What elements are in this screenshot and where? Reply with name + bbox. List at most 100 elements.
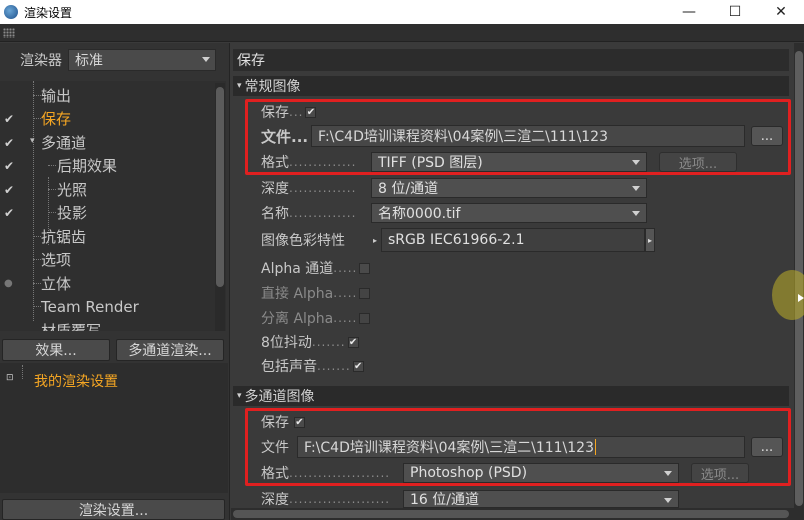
alpha-channel-dots: ..... <box>333 261 358 275</box>
tree-item-multipass[interactable]: ✔ ▾ 多通道 <box>0 131 210 154</box>
close-button[interactable]: ✕ <box>758 0 804 24</box>
separate-alpha-label: 分离 Alpha <box>261 311 334 327</box>
alpha-channel-checkbox[interactable] <box>359 262 371 274</box>
tree-connector <box>33 118 41 119</box>
tree-connector <box>48 212 56 213</box>
chevron-down-icon <box>664 498 672 503</box>
render-settings-list: ⊡ 我的渲染设置 <box>0 363 228 493</box>
mouse-cursor-icon <box>798 294 804 302</box>
renderer-select[interactable]: 标准 <box>68 49 216 71</box>
tree-item-label: 保存 <box>41 110 72 128</box>
multipass-depth-row: 深度 ..................... 16 位/通道 <box>261 488 679 510</box>
straight-alpha-dots: ..... <box>333 286 358 300</box>
separate-alpha-checkbox[interactable] <box>359 312 371 324</box>
renderer-value: 标准 <box>75 53 103 69</box>
regular-color-profile-row: 图像色彩特性 ▸ sRGB IEC61966-2.1 ▸ <box>261 228 656 252</box>
tree-item-shadow[interactable]: ✔ 投影 <box>0 201 210 224</box>
tree-item-team-render[interactable]: Team Render <box>0 295 210 318</box>
section-title: 常规图像 <box>244 79 301 95</box>
tree-item-label: 多通道 <box>41 134 87 152</box>
tree-connector <box>48 165 56 166</box>
straight-alpha-label: 直接 Alpha <box>261 286 334 302</box>
cinema4d-app-icon <box>4 5 18 19</box>
tree-scrollbar[interactable] <box>215 83 225 331</box>
tree-item-output[interactable]: 输出 <box>0 84 210 107</box>
effects-button[interactable]: 效果... <box>2 339 110 361</box>
tree-item-check[interactable]: ✔ <box>4 159 14 173</box>
renderer-label: 渲染器 <box>20 53 62 69</box>
tree-connector <box>33 95 41 96</box>
color-profile-field[interactable]: sRGB IEC61966-2.1 <box>381 228 646 252</box>
tree-item-antialiasing[interactable]: 抗锯齿 <box>0 225 210 248</box>
grip-handle-icon[interactable] <box>3 28 15 38</box>
multipass-image-section[interactable]: ▾ 多通道图像 <box>233 386 789 406</box>
separate-alpha-row: 分离 Alpha ..... <box>261 307 371 329</box>
chevron-down-icon <box>202 57 210 62</box>
multipass-depth-value: 16 位/通道 <box>410 492 479 508</box>
tree-item-check[interactable]: ● <box>4 278 13 289</box>
expand-triangle-icon[interactable]: ▾ <box>30 136 35 146</box>
left-panel: 渲染器 标准 输出 ✔ 保存 ✔ ▾ 多通道 ✔ 后期效果 ✔ 光照 ✔ 投影 … <box>0 43 230 520</box>
tree-item-save[interactable]: ✔ 保存 <box>0 107 210 130</box>
include-sound-checkbox[interactable]: ✔ <box>352 360 364 372</box>
regular-depth-select[interactable]: 8 位/通道 <box>371 178 647 198</box>
my-render-setting-item[interactable]: 我的渲染设置 <box>34 371 118 391</box>
color-profile-label: 图像色彩特性 <box>261 233 345 249</box>
maximize-button[interactable]: ☐ <box>712 0 758 24</box>
tree-item-label: 后期效果 <box>57 157 118 175</box>
scrollbar-thumb[interactable] <box>233 510 789 518</box>
tree-item-post-effects[interactable]: ✔ 后期效果 <box>0 154 210 177</box>
regular-image-section[interactable]: ▾ 常规图像 <box>233 76 789 96</box>
tree-item-check[interactable]: ✔ <box>4 112 14 126</box>
dither-dots: ....... <box>311 335 346 349</box>
dither-checkbox[interactable]: ✔ <box>347 336 359 348</box>
tree-item-check[interactable]: ✔ <box>4 136 14 150</box>
tree-guide <box>22 365 23 379</box>
tree-item-label: 材质覆写 <box>41 322 102 331</box>
settings-horizontal-scrollbar[interactable] <box>231 508 794 520</box>
tree-item-label: Team Render <box>41 297 139 316</box>
minimize-button[interactable]: — <box>666 0 712 24</box>
separate-alpha-dots: ..... <box>333 311 358 325</box>
multipass-depth-select[interactable]: 16 位/通道 <box>403 490 679 508</box>
regular-name-row: 名称 .............. 名称0000.tif <box>261 202 647 224</box>
expand-arrow-icon[interactable]: ▸ <box>373 236 377 245</box>
include-sound-dots: ....... <box>317 359 351 373</box>
tree-item-check[interactable]: ✔ <box>4 206 14 220</box>
expand-box-icon[interactable]: ⊡ <box>6 373 14 383</box>
multipass-depth-label: 深度 <box>261 492 289 508</box>
right-panel: 保存 ▾ 常规图像 保存 ... ✔ 文件... F:\C4D培训课程资料\04… <box>231 43 804 520</box>
tree-item-material-override[interactable]: 材质覆写 <box>0 319 210 331</box>
collapse-triangle-icon[interactable]: ▾ <box>237 391 242 401</box>
tree-item-label: 投影 <box>57 204 88 222</box>
dither-label: 8位抖动 <box>261 335 312 351</box>
straight-alpha-row: 直接 Alpha ..... <box>261 282 371 304</box>
chevron-down-icon <box>632 211 640 216</box>
alpha-channel-row: Alpha 通道 ..... <box>261 257 371 279</box>
tree-item-options[interactable]: 选项 <box>0 248 210 271</box>
regular-name-select[interactable]: 名称0000.tif <box>371 203 647 223</box>
tree-item-stereo[interactable]: ● 立体 <box>0 272 210 295</box>
tree-connector <box>48 189 56 190</box>
tree-item-check[interactable]: ✔ <box>4 183 14 197</box>
tree-item-label: 光照 <box>57 181 88 199</box>
chevron-down-icon <box>632 186 640 191</box>
render-settings-button[interactable]: 渲染设置... <box>2 499 225 520</box>
scrollbar-thumb[interactable] <box>216 87 224 287</box>
tree-item-lighting[interactable]: ✔ 光照 <box>0 178 210 201</box>
multipass-render-button[interactable]: 多通道渲染... <box>116 339 224 361</box>
regular-name-value: 名称0000.tif <box>378 206 461 222</box>
tree-item-label: 选项 <box>41 251 72 269</box>
dither-row: 8位抖动 ....... ✔ <box>261 331 359 353</box>
tree-item-label: 抗锯齿 <box>41 228 87 246</box>
straight-alpha-checkbox[interactable] <box>359 287 371 299</box>
dock-grip-bar <box>0 24 804 42</box>
regular-name-label: 名称 <box>261 206 289 222</box>
color-profile-menu-arrow-icon[interactable]: ▸ <box>645 228 656 252</box>
collapse-triangle-icon[interactable]: ▾ <box>237 81 242 91</box>
include-sound-label: 包括声音 <box>261 359 317 375</box>
tree-connector <box>33 283 41 284</box>
tree-item-label: 输出 <box>41 87 72 105</box>
tree-connector <box>33 306 41 307</box>
tree-item-label: 立体 <box>41 275 72 293</box>
